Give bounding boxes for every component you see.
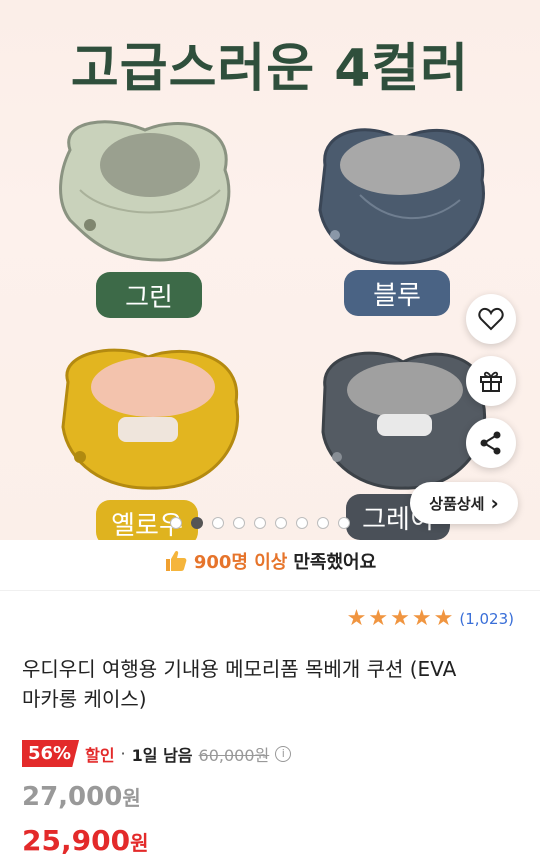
- price-before-coupon-unit: 원: [122, 786, 141, 810]
- star-icon: ★: [433, 606, 454, 631]
- color-label-green: 그린: [96, 272, 202, 318]
- product-title: 우디우디 여행용 기내용 메모리폼 목베개 쿠션 (EVA 마카롱 케이스): [22, 654, 518, 714]
- green-pillow-image: [59, 120, 231, 262]
- discount-badge: 56%: [22, 740, 80, 767]
- product-title-line1: 우디우디 여행용 기내용 메모리폼 목베개 쿠션 (EVA: [22, 657, 457, 681]
- gray-pillow-image: [321, 351, 486, 490]
- final-price-unit: 원: [130, 831, 149, 855]
- satisfaction-banner: 900명 이상 만족했어요: [0, 548, 540, 574]
- divider: [0, 590, 540, 591]
- product-image-carousel[interactable]: 고급스러운 4컬러 그린 블루 옐로우 그레이: [0, 0, 540, 540]
- share-button[interactable]: [466, 418, 516, 468]
- product-detail-button[interactable]: 상품상세 ›: [410, 482, 518, 524]
- carousel-dot-active[interactable]: [191, 517, 203, 529]
- thumbs-up-icon: [165, 550, 187, 571]
- final-price-number: 25,900: [22, 824, 131, 857]
- star-icon: ★: [390, 606, 410, 631]
- carousel-dot[interactable]: [275, 517, 287, 529]
- chevron-right-icon: ›: [490, 491, 499, 515]
- gift-icon: [480, 371, 502, 392]
- sale-label: 할인: [85, 745, 115, 765]
- carousel-dot[interactable]: [212, 517, 224, 529]
- satisfaction-highlight: 900명 이상: [193, 552, 288, 573]
- color-label-blue: 블루: [344, 270, 450, 316]
- carousel-dots: [170, 517, 350, 529]
- original-price: 60,000원: [198, 745, 270, 765]
- separator: ·: [120, 744, 126, 763]
- time-remaining: 1일 남음: [131, 745, 193, 765]
- carousel-dot[interactable]: [170, 517, 182, 529]
- satisfaction-text: 만족했어요: [293, 552, 377, 573]
- hero-title: 고급스러운 4컬러: [70, 39, 470, 99]
- carousel-dot[interactable]: [254, 517, 266, 529]
- price-before-coupon-number: 27,000: [22, 782, 123, 812]
- carousel-dot[interactable]: [296, 517, 308, 529]
- promo-row: 56% 할인 · 1일 남음 60,000원 i: [22, 740, 292, 767]
- star-icon: ★: [411, 606, 432, 631]
- star-icon: ★: [368, 606, 389, 631]
- carousel-dot[interactable]: [338, 517, 350, 529]
- like-button[interactable]: [466, 294, 516, 344]
- product-title-line2: 마카롱 케이스): [22, 687, 147, 711]
- info-icon[interactable]: i: [275, 745, 292, 762]
- blue-pillow-image: [318, 128, 485, 265]
- review-count[interactable]: (1,023): [459, 610, 514, 628]
- carousel-dot[interactable]: [317, 517, 329, 529]
- rating[interactable]: ★ ★ ★ ★ ★ (1,023): [347, 608, 514, 630]
- final-price: 25,900원: [22, 824, 148, 857]
- gift-button[interactable]: [466, 356, 516, 406]
- price-before-coupon: 27,000원: [22, 782, 141, 812]
- star-icon: ★: [346, 606, 367, 631]
- product-detail-label: 상품상세: [429, 494, 485, 513]
- share-icon: [480, 431, 501, 455]
- heart-icon: [478, 307, 504, 331]
- yellow-pillow-image: [61, 348, 239, 490]
- carousel-dot[interactable]: [233, 517, 245, 529]
